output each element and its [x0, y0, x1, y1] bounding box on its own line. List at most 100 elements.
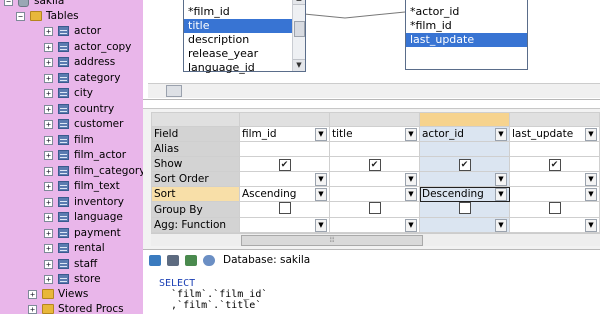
chevron-down-icon[interactable]: ▼ — [405, 187, 417, 201]
expand-icon[interactable]: + — [44, 135, 53, 145]
grid-horizontal-scrollbar[interactable]: ⦙⦙⦙ — [151, 233, 600, 246]
sort-dropdown[interactable]: ▼ — [509, 186, 600, 202]
tree-node-db[interactable]: − sakila — [4, 0, 139, 9]
show-checkbox[interactable]: ✔ — [419, 156, 510, 172]
chevron-down-icon[interactable]: ▼ — [585, 218, 597, 232]
expand-icon[interactable]: + — [44, 259, 53, 269]
copy-sql-icon[interactable] — [167, 255, 179, 266]
chevron-down-icon[interactable]: ▼ — [585, 172, 597, 186]
tree-table-film-actor[interactable]: + film_actor — [44, 148, 141, 163]
column-item[interactable]: *film_id — [406, 19, 527, 33]
film-actor-table-box[interactable]: *actor_id *film_id last_update — [405, 0, 528, 70]
expand-icon[interactable]: + — [44, 197, 53, 207]
preview-icon[interactable] — [203, 255, 215, 266]
collapse-icon[interactable]: − — [16, 12, 25, 21]
chevron-down-icon[interactable]: ▼ — [315, 218, 327, 232]
criteria-grid[interactable]: Field film_id ▼ title ▼ actor_id ▼ last_update ▼… — [143, 108, 600, 249]
scroll-thumb[interactable]: ⦙⦙⦙ — [241, 235, 423, 246]
show-checkbox[interactable]: ✔ — [329, 156, 420, 172]
expand-icon[interactable]: + — [44, 275, 53, 284]
tree-node-tables[interactable]: − Tables — [16, 9, 141, 24]
tree-node-stored-procs[interactable]: + Stored Procs — [28, 302, 141, 314]
column-item[interactable]: description — [184, 33, 292, 47]
expand-icon[interactable]: + — [44, 151, 53, 160]
column-item[interactable]: release_year — [184, 47, 292, 61]
group-by-checkbox[interactable] — [239, 201, 330, 218]
alias-cell[interactable] — [509, 141, 600, 157]
vertical-scrollbar[interactable]: ▲ ▼ — [292, 0, 305, 71]
group-by-checkbox[interactable] — [509, 201, 600, 218]
alias-cell[interactable] — [239, 141, 330, 157]
expand-icon[interactable]: + — [44, 213, 53, 222]
tree-table-film-text[interactable]: + film_text — [44, 179, 141, 194]
alias-cell[interactable] — [419, 141, 510, 157]
tree-table-city[interactable]: + city — [44, 86, 141, 101]
expand-icon[interactable]: + — [44, 89, 53, 98]
tree-table-language[interactable]: + language — [44, 210, 141, 225]
expand-icon[interactable]: + — [28, 305, 37, 314]
tree-table-film[interactable]: + film — [44, 133, 141, 148]
expand-icon[interactable]: + — [44, 27, 53, 36]
sort-order-dropdown[interactable]: ▼ — [509, 171, 600, 187]
expand-icon[interactable]: + — [44, 166, 53, 176]
sort-order-dropdown[interactable]: ▼ — [419, 171, 510, 187]
column-item[interactable]: language_id — [184, 61, 292, 75]
tree-table-actor-copy[interactable]: + actor_copy — [44, 40, 141, 55]
agg-function-dropdown[interactable]: ▼ — [419, 217, 510, 233]
chevron-down-icon[interactable]: ▼ — [315, 127, 327, 141]
tree-table-actor[interactable]: + actor — [44, 24, 141, 39]
chevron-down-icon[interactable]: ▼ — [315, 172, 327, 186]
expand-icon[interactable]: + — [44, 104, 53, 114]
tree-table-category[interactable]: + category — [44, 71, 141, 86]
expand-icon[interactable]: + — [44, 58, 53, 67]
chevron-down-icon[interactable]: ▼ — [405, 127, 417, 141]
show-checkbox[interactable]: ✔ — [239, 156, 330, 172]
expand-icon[interactable]: + — [44, 228, 53, 238]
chevron-down-icon[interactable]: ▼ — [495, 218, 507, 232]
column-item[interactable]: *actor_id — [406, 5, 527, 19]
sort-dropdown[interactable]: Ascending ▼ — [239, 186, 330, 202]
column-item[interactable]: last_update — [406, 33, 527, 47]
tree-table-address[interactable]: + address — [44, 55, 141, 70]
tree-table-customer[interactable]: + customer — [44, 117, 141, 132]
chevron-down-icon[interactable]: ▼ — [585, 187, 597, 201]
tree-table-staff[interactable]: + staff — [44, 257, 141, 272]
collapse-icon[interactable]: − — [4, 0, 13, 6]
field-dropdown[interactable]: last_update ▼ — [509, 126, 600, 142]
show-checkbox[interactable]: ✔ — [509, 156, 600, 172]
tree-node-views[interactable]: + Views — [28, 287, 141, 302]
tree-table-film-category[interactable]: + film_category — [44, 164, 143, 179]
chevron-down-icon[interactable]: ▼ — [495, 172, 507, 186]
expand-icon[interactable]: + — [44, 73, 53, 83]
agg-function-dropdown[interactable]: ▼ — [239, 217, 330, 233]
field-dropdown[interactable]: actor_id ▼ — [419, 126, 510, 142]
format-sql-icon[interactable] — [185, 255, 197, 266]
film-table-box[interactable]: *film_id title description release_year lang… — [183, 0, 306, 75]
alias-cell[interactable] — [329, 141, 420, 157]
chevron-down-icon[interactable]: ▼ — [315, 187, 327, 201]
group-by-checkbox[interactable] — [419, 201, 510, 218]
tree-table-country[interactable]: + country — [44, 102, 141, 117]
field-dropdown[interactable]: title ▼ — [329, 126, 420, 142]
scroll-thumb[interactable] — [166, 85, 182, 97]
sql-editor[interactable]: SELECT `film`.`film_id` ,`film`.`title` — [143, 272, 600, 314]
expand-icon[interactable]: + — [44, 182, 53, 191]
chevron-down-icon[interactable]: ▼ — [405, 218, 417, 232]
query-diagram-pane[interactable]: *film_id title description release_year lang… — [143, 0, 600, 100]
group-by-checkbox[interactable] — [329, 201, 420, 218]
column-item[interactable]: title — [184, 19, 292, 33]
run-query-icon[interactable] — [149, 255, 161, 266]
tree-table-inventory[interactable]: + inventory — [44, 195, 141, 210]
chevron-down-icon[interactable]: ▼ — [495, 127, 507, 141]
scroll-up-icon[interactable]: ▲ — [293, 0, 305, 5]
expand-icon[interactable]: + — [44, 42, 53, 52]
expand-icon[interactable]: + — [28, 290, 37, 299]
sort-order-dropdown[interactable]: ▼ — [329, 171, 420, 187]
chevron-down-icon[interactable]: ▼ — [405, 172, 417, 186]
diagram-horizontal-scrollbar[interactable] — [148, 83, 600, 98]
tree-table-store[interactable]: + store — [44, 272, 141, 287]
field-dropdown[interactable]: film_id ▼ — [239, 126, 330, 142]
sort-dropdown[interactable]: Descending ▼ — [419, 186, 510, 202]
column-item[interactable]: *film_id — [184, 5, 292, 19]
scroll-thumb[interactable] — [294, 21, 305, 37]
